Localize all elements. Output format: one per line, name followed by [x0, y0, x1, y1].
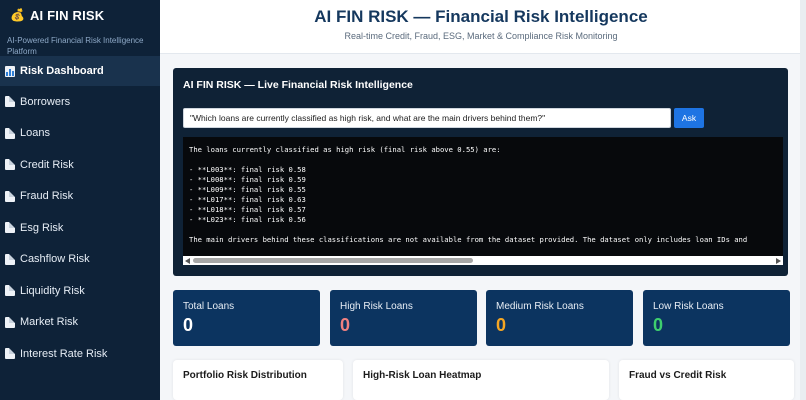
page-header: AI FIN RISK — Financial Risk Intelligenc… [160, 0, 806, 54]
kpi-label: Low Risk Loans [653, 301, 724, 312]
sidebar-item-label: Fraud Risk [20, 190, 74, 203]
kpi-label: Total Loans [183, 301, 235, 312]
answer-line: - **L008**: final risk 0.59 [189, 175, 306, 184]
question-input[interactable] [183, 108, 671, 128]
kpi-value: 0 [183, 315, 194, 335]
sidebar-item-borrowers[interactable]: Borrowers [0, 86, 160, 118]
answer-line: - **L003**: final risk 0.58 [189, 165, 306, 174]
kpi-value: 0 [653, 315, 664, 335]
money-bag-icon: 💰 [10, 8, 25, 22]
answer-line: - **L017**: final risk 0.63 [189, 195, 306, 204]
sidebar-item-fraud-risk[interactable]: Fraud Risk [0, 181, 160, 213]
answer-text-area: The loans currently classified as high r… [183, 137, 783, 256]
brand-subtitle: AI-Powered Financial Risk Intelligence P… [7, 36, 144, 56]
document-icon [5, 190, 15, 202]
kpi-label: High Risk Loans [340, 301, 413, 312]
chart-title: Portfolio Risk Distribution [183, 370, 307, 381]
brand-title: AI FIN RISK [29, 7, 105, 23]
page-title: AI FIN RISK — Financial Risk Intelligenc… [314, 7, 648, 26]
ask-button[interactable]: Ask [674, 108, 704, 128]
sidebar-item-loans[interactable]: Loans [0, 118, 160, 150]
document-icon [5, 348, 15, 360]
sidebar: 💰 AI FIN RISK AI-Powered Financial Risk … [0, 0, 160, 400]
fraud-vs-credit-risk-chart: Fraud vs Credit Risk [619, 360, 794, 400]
sidebar-item-label: Esg Risk [20, 221, 64, 234]
answer-line: - **L009**: final risk 0.55 [189, 185, 306, 194]
chart-title: High-Risk Loan Heatmap [363, 370, 482, 381]
high-risk-loan-heatmap-chart: High-Risk Loan Heatmap [353, 360, 609, 400]
sidebar-item-label: Loans [20, 127, 50, 140]
sidebar-item-label: Liquidity Risk [20, 284, 85, 297]
sidebar-item-label: Cashflow Risk [20, 253, 90, 266]
kpi-value: 0 [340, 315, 351, 335]
ai-assistant-panel: AI FIN RISK — Live Financial Risk Intell… [173, 68, 788, 276]
answer-line [189, 155, 777, 165]
document-icon [5, 285, 15, 297]
sidebar-item-label: Credit Risk [20, 158, 74, 171]
scroll-right-arrow-icon[interactable] [776, 258, 781, 264]
answer-line [189, 225, 777, 235]
sidebar-item-label: Interest Rate Risk [20, 347, 108, 360]
sidebar-item-interest-rate-risk[interactable]: Interest Rate Risk [0, 338, 160, 370]
scrollbar-thumb[interactable] [193, 258, 473, 263]
sidebar-item-risk-dashboard[interactable]: Risk Dashboard [0, 56, 160, 86]
chart-title: Fraud vs Credit Risk [629, 370, 727, 381]
scroll-left-arrow-icon[interactable] [185, 258, 190, 264]
document-icon [5, 222, 15, 234]
sidebar-item-market-risk[interactable]: Market Risk [0, 307, 160, 339]
sidebar-item-esg-risk[interactable]: Esg Risk [0, 212, 160, 244]
sidebar-item-liquidity-risk[interactable]: Liquidity Risk [0, 275, 160, 307]
sidebar-item-label: Borrowers [20, 95, 71, 108]
page-scrollbar[interactable] [800, 0, 806, 400]
sidebar-item-cashflow-risk[interactable]: Cashflow Risk [0, 244, 160, 276]
assistant-title: AI FIN RISK — Live Financial Risk Intell… [183, 79, 413, 91]
sidebar-item-credit-risk[interactable]: Credit Risk [0, 149, 160, 181]
document-icon [5, 316, 15, 328]
sidebar-nav: Risk Dashboard Borrowers Loans Credit Ri… [0, 56, 160, 370]
page-subtitle: Real-time Credit, Fraud, ESG, Market & C… [344, 31, 618, 41]
sidebar-item-label: Risk Dashboard [20, 65, 104, 77]
main-content: AI FIN RISK — Financial Risk Intelligenc… [160, 0, 806, 400]
kpi-card-low-risk-loans: Low Risk Loans 0 [643, 290, 790, 346]
answer-line: - **L023**: final risk 0.56 [189, 215, 306, 224]
answer-line: The loans currently classified as high r… [189, 145, 501, 154]
kpi-label: Medium Risk Loans [496, 301, 584, 312]
document-icon [5, 253, 15, 265]
portfolio-risk-distribution-chart: Portfolio Risk Distribution [173, 360, 343, 400]
kpi-value: 0 [496, 315, 507, 335]
kpi-card-high-risk-loans: High Risk Loans 0 [330, 290, 477, 346]
document-icon [5, 159, 15, 171]
answer-line: - **L018**: final risk 0.57 [189, 205, 306, 214]
kpi-card-total-loans: Total Loans 0 [173, 290, 320, 346]
document-icon [5, 96, 15, 108]
answer-line: The main drivers behind these classifica… [189, 235, 748, 244]
brand: 💰 AI FIN RISK [10, 6, 104, 24]
bar-chart-icon [5, 65, 15, 77]
document-icon [5, 127, 15, 139]
kpi-card-medium-risk-loans: Medium Risk Loans 0 [486, 290, 633, 346]
horizontal-scrollbar[interactable] [183, 256, 783, 265]
sidebar-item-label: Market Risk [20, 316, 79, 329]
